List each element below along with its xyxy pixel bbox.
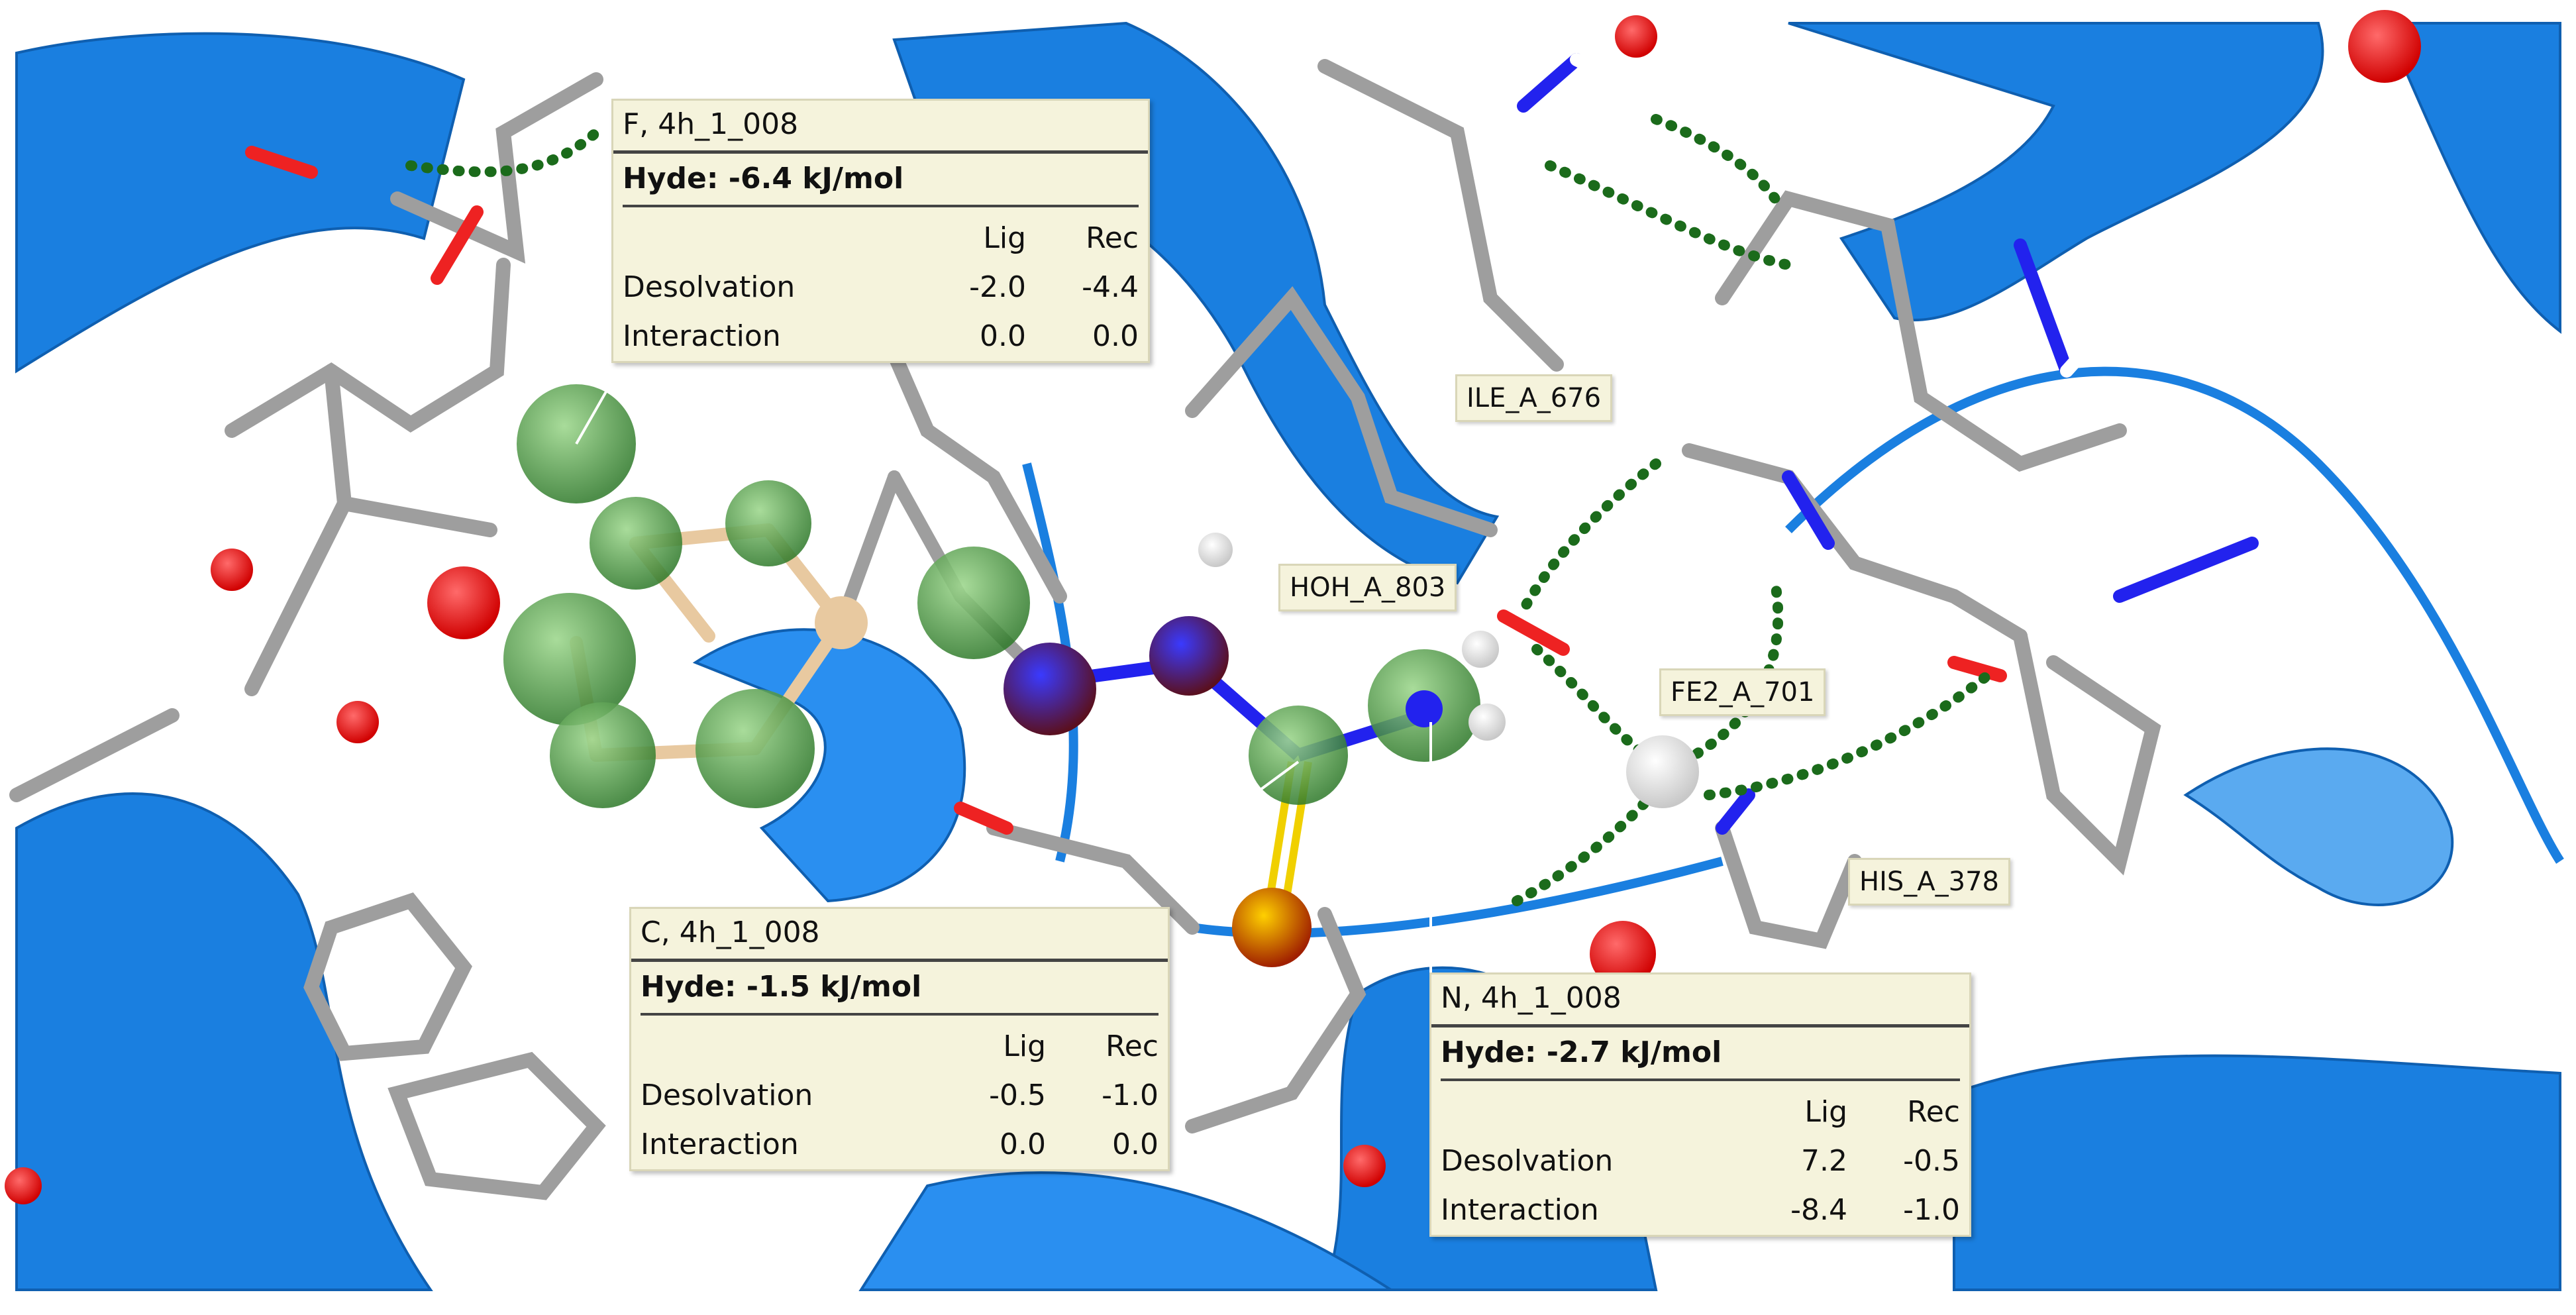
3d-scene[interactable] <box>0 0 2576 1315</box>
tooltip-title: C, 4h_1_008 <box>631 909 1168 962</box>
rec-value: -1.0 <box>1903 1193 1960 1227</box>
hyde-score: Hyde: -2.7 kJ/mol <box>1441 1035 1960 1081</box>
residue-label-hoh: HOH_A_803 <box>1278 564 1457 611</box>
col-rec: Rec <box>1086 221 1139 255</box>
row-label: Desolvation <box>641 1078 813 1112</box>
table-row: Interaction -8.4 -1.0 <box>1441 1186 1960 1235</box>
energy-table: Lig Rec Desolvation 7.2 -0.5 Interaction -8.… <box>1441 1088 1960 1235</box>
table-row: Interaction 0.0 0.0 <box>641 1120 1159 1169</box>
col-rec: Rec <box>1907 1095 1960 1129</box>
lig-value: 0.0 <box>1000 1128 1046 1161</box>
row-label: Desolvation <box>1441 1144 1614 1178</box>
tooltip-title: F, 4h_1_008 <box>613 101 1148 154</box>
row-label: Interaction <box>641 1128 799 1161</box>
lig-value: -8.4 <box>1790 1193 1847 1227</box>
row-label: Interaction <box>623 319 781 353</box>
residue-label-fe2: FE2_A_701 <box>1659 668 1826 716</box>
hyde-score: Hyde: -1.5 kJ/mol <box>641 970 1159 1016</box>
row-label: Interaction <box>1441 1193 1599 1227</box>
table-row: Interaction 0.0 0.0 <box>623 312 1139 361</box>
tooltip-atom-f: F, 4h_1_008 Hyde: -6.4 kJ/mol Lig Rec Des… <box>611 99 1150 363</box>
energy-table: Lig Rec Desolvation -0.5 -1.0 Interaction 0.… <box>641 1022 1159 1169</box>
tooltip-atom-n: N, 4h_1_008 Hyde: -2.7 kJ/mol Lig Rec Des… <box>1429 973 1971 1237</box>
lig-value: 7.2 <box>1801 1144 1847 1178</box>
lig-value: -2.0 <box>969 270 1026 304</box>
col-lig: Lig <box>983 221 1026 255</box>
hyde-score: Hyde: -6.4 kJ/mol <box>623 162 1139 207</box>
lig-value: -0.5 <box>989 1078 1046 1112</box>
energy-table: Lig Rec Desolvation -2.0 -4.4 Interaction 0.… <box>623 214 1139 361</box>
residue-label-ile: ILE_A_676 <box>1455 374 1613 422</box>
fe-ion <box>1626 735 1699 808</box>
table-row: Desolvation 7.2 -0.5 <box>1441 1137 1960 1186</box>
rec-value: -4.4 <box>1082 270 1139 304</box>
rec-value: -1.0 <box>1102 1078 1159 1112</box>
rec-value: 0.0 <box>1112 1128 1159 1161</box>
rec-value: -0.5 <box>1903 1144 1960 1178</box>
row-label: Desolvation <box>623 270 796 304</box>
col-lig: Lig <box>1003 1029 1046 1063</box>
col-lig: Lig <box>1804 1095 1847 1129</box>
tooltip-title: N, 4h_1_008 <box>1431 974 1969 1027</box>
tooltip-atom-c: C, 4h_1_008 Hyde: -1.5 kJ/mol Lig Rec Des… <box>629 907 1170 1171</box>
molecular-viewer[interactable]: F, 4h_1_008 Hyde: -6.4 kJ/mol Lig Rec Des… <box>0 0 2576 1315</box>
table-row: Desolvation -0.5 -1.0 <box>641 1071 1159 1120</box>
col-rec: Rec <box>1106 1029 1159 1063</box>
rec-value: 0.0 <box>1092 319 1139 353</box>
table-row: Desolvation -2.0 -4.4 <box>623 263 1139 312</box>
lig-value: 0.0 <box>980 319 1026 353</box>
residue-label-his: HIS_A_378 <box>1848 858 2010 906</box>
